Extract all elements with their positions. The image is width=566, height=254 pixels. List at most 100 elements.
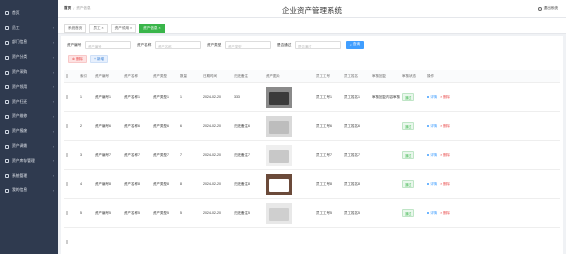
table-cell-qty: 5 [180,211,182,215]
sidebar-item-employee[interactable]: 员工 › [0,21,58,36]
delete-row-button[interactable]: × 删除 [440,124,450,129]
view-button[interactable]: 详情 [427,211,437,216]
sidebar-item-label: 首页 [12,10,20,15]
table-cell-index: 1 [80,95,82,99]
sidebar-item-transfer[interactable]: 资产调拨 › [0,139,58,154]
column-header: 员工工号 [316,73,330,78]
sidebar-item-home[interactable]: 首页 [0,6,58,21]
search-icon: ⌕ [349,42,352,47]
table-cell-note: 归还备注6 [234,123,250,128]
sidebar-item-system[interactable]: 系统管理 › [0,169,58,184]
sidebar-item-label: 资产采购 [12,70,28,75]
filter-label-code: 资产编号 [67,42,82,47]
view-label: 详情 [430,181,438,186]
sidebar-item-scrap[interactable]: 资产报废 › [0,124,58,139]
delete-row-button[interactable]: × 删除 [440,153,450,158]
row-checkbox[interactable] [66,211,68,215]
chevron-icon: › [52,114,54,119]
table-cell-emp_no: 员工工号5 [316,210,332,215]
chevron-icon: › [52,174,54,179]
row-checkbox[interactable] [66,182,68,186]
table-cell-emp_name: 员工姓名1 [344,94,360,99]
add-button[interactable]: + 新增 [89,55,108,63]
filter-label-name: 资产名称 [137,42,152,47]
sidebar-item-label: 部门信息 [12,40,28,45]
asset-thumbnail[interactable] [266,202,292,224]
table-cell-type: 资产类型8 [153,181,169,186]
column-header: 员工姓名 [344,73,358,78]
view-button[interactable]: 详情 [427,182,437,187]
sidebar-item-label: 资产分类 [12,55,28,60]
logout-label: 退出系统 [543,6,558,10]
asset-image-cell [264,115,314,137]
approved-select[interactable]: 是否通过 [295,40,341,49]
status-badge: 通过 [402,179,415,189]
logout-button[interactable]: 退出系统 [537,6,558,11]
department-icon [5,40,9,45]
asset-name-input[interactable]: 资产名称 [155,40,201,49]
row-checkbox[interactable] [66,124,68,128]
delete-label: 删除 [443,152,451,157]
view-button[interactable]: 详情 [427,153,437,158]
table-cell-index: 4 [80,182,82,186]
repair-icon [5,114,9,119]
tab-asset-receive[interactable]: 资产领用 × [110,24,137,33]
column-header[interactable] [64,74,78,78]
row-checkbox[interactable] [66,95,68,99]
asset-thumbnail[interactable] [266,144,292,166]
search-button[interactable]: ⌕ 查询 [346,40,364,49]
table-row: 2 资产编号6 资产名称6 资产类型6 6 2024-02-20 归还备注6 员工工号6 员工姓… [64,112,560,141]
asset-code-input[interactable]: 资产编号 [85,40,131,49]
table-cell-index: 5 [80,211,82,215]
table-cell-emp_no: 员工工号1 [316,94,332,99]
delete-button[interactable]: ⊗ 删除 [68,55,87,63]
column-header: 数量 [180,73,187,78]
tab-asset-info[interactable]: 资产信息 × [139,24,165,33]
select-all-checkbox[interactable] [66,74,68,78]
delete-row-button[interactable]: × 删除 [440,95,450,100]
sidebar-item-department[interactable]: 部门信息 › [0,36,58,51]
chevron-icon: › [52,26,54,31]
sidebar-item-category[interactable]: 资产分类 › [0,50,58,65]
sidebar-item-profile[interactable]: 我的信息 › [0,184,58,199]
column-header: 日期时间 [203,73,217,78]
chevron-icon: › [52,40,54,45]
purchase-icon [5,70,9,75]
asset-image-cell [264,86,314,108]
row-checkbox[interactable] [66,153,68,157]
eye-icon [427,124,430,128]
asset-thumbnail[interactable] [266,173,292,195]
table-cell-date: 2024-02-20 [203,211,221,215]
table-cell-code: 资产编号6 [95,123,111,128]
asset-thumbnail[interactable] [266,86,292,108]
view-button[interactable]: 详情 [427,124,437,129]
sidebar-item-purchase[interactable]: 资产采购 › [0,65,58,80]
table-cell-code: 资产编号7 [95,152,111,157]
operations-cell: 详情 × 删除 [425,182,465,187]
delete-label: 删除 [443,123,451,128]
sidebar-item-repair[interactable]: 资产维修 › [0,110,58,125]
asset-thumbnail[interactable] [266,115,292,137]
page-title: 企业资产管理系统 [282,6,342,15]
asset-image-cell [264,173,314,195]
column-header: 资产图片 [266,73,280,78]
sidebar-item-return[interactable]: 资产归还 › [0,95,58,110]
sidebar-item-receive[interactable]: 资产领用 › [0,80,58,95]
row-checkbox[interactable] [66,240,68,244]
table-row [64,228,560,254]
table-cell-qty: 6 [180,124,182,128]
top-header: 首页 / 资产信息 企业资产管理系统 退出系统 [58,0,566,18]
tab-home[interactable]: 系统首页 [64,24,87,33]
table-cell-emp_no: 员工工号8 [316,181,332,186]
asset-type-input[interactable]: 资产类型 [225,40,271,49]
column-header: 归还备注 [234,73,248,78]
sidebar-item-inventory[interactable]: 资产库存管理 › [0,154,58,169]
plus-icon: + [93,57,96,61]
main-panel: 资产编号 资产编号 资产名称 资产名称 资产类型 资产类型 是否通过 是否通过 … [61,36,563,254]
sidebar-item-label: 我的信息 [12,188,28,193]
tab-employee[interactable]: 员工 × [89,24,108,33]
view-button[interactable]: 详情 [427,95,437,100]
table-cell-name: 资产名称1 [124,94,140,99]
delete-row-button[interactable]: × 删除 [440,211,450,216]
delete-row-button[interactable]: × 删除 [440,182,450,187]
